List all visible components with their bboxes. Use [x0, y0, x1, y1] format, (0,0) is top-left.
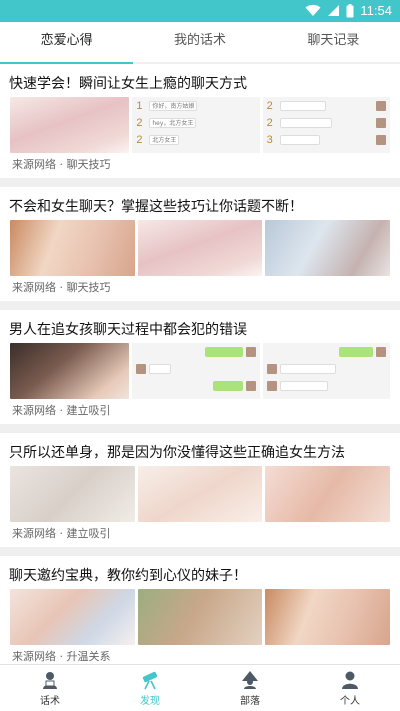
article-title: 聊天邀约宝典，教你约到心仪的妹子！	[9, 568, 247, 584]
telescope-icon	[142, 671, 158, 689]
nav-item-tribe[interactable]: 部落	[200, 665, 300, 711]
top-tabs: 恋爱心得 我的话术 聊天记录	[0, 22, 400, 64]
thumbnail-image	[137, 589, 263, 645]
chat-screenshot-thumbnail	[262, 343, 390, 399]
article-card[interactable]: 聊天邀约宝典，教你约到心仪的妹子！ 来源网络 · 升温关系	[0, 556, 400, 664]
user-icon	[342, 671, 358, 689]
article-source: 来源网络 · 升温关系	[12, 650, 111, 663]
tribe-icon	[242, 670, 258, 689]
nav-label: 部落	[240, 695, 260, 707]
bottom-navigation: 话术 发现 部落 个人	[0, 664, 400, 711]
wifi-icon	[305, 4, 321, 16]
article-card[interactable]: 男人在追女孩聊天过程中都会犯的错误 来源网络 · 建立吸引	[0, 310, 400, 424]
article-thumbnails	[10, 466, 391, 522]
thumbnail-image	[265, 466, 391, 522]
signal-icon	[328, 5, 340, 16]
thumbnail-image	[265, 220, 391, 276]
article-feed: 快速学会！瞬间让女生上瘾的聊天方式 1 你好，南方姑娘 2 hey，北方女王 2 北方…	[0, 64, 400, 664]
article-title: 男人在追女孩聊天过程中都会犯的错误	[9, 322, 247, 338]
nav-label: 话术	[40, 695, 60, 707]
status-indicators: 11:54	[305, 3, 392, 18]
nav-item-discover[interactable]: 发现	[100, 665, 200, 711]
chat-screenshot-thumbnail	[132, 343, 260, 399]
thumbnail-image	[265, 589, 391, 645]
tab-chat-records[interactable]: 聊天记录	[267, 22, 400, 62]
nav-item-profile[interactable]: 个人	[300, 665, 400, 711]
article-source: 来源网络 · 聊天技巧	[12, 158, 111, 171]
article-thumbnails: 1 你好，南方姑娘 2 hey，北方女王 2 北方女王 2 2 3	[10, 97, 390, 153]
chat-screenshot-thumbnail: 1 你好，南方姑娘 2 hey，北方女王 2 北方女王	[132, 97, 260, 153]
article-title: 不会和女生聊天？掌握这些技巧让你话题不断！	[9, 199, 303, 215]
tab-my-scripts[interactable]: 我的话术	[133, 22, 266, 62]
article-source: 来源网络 · 建立吸引	[12, 404, 111, 417]
nav-item-scripts[interactable]: 话术	[0, 665, 100, 711]
nav-label: 发现	[140, 695, 160, 707]
article-card[interactable]: 快速学会！瞬间让女生上瘾的聊天方式 1 你好，南方姑娘 2 hey，北方女王 2 北方…	[0, 64, 400, 178]
thumbnail-image	[10, 97, 130, 153]
status-time: 11:54	[360, 3, 392, 18]
thumbnail-image	[10, 220, 135, 276]
chat-screenshot-thumbnail: 2 2 3	[262, 97, 390, 153]
article-card[interactable]: 只所以还单身，那是因为你没懂得这些正确追女生方法 来源网络 · 建立吸引	[0, 433, 400, 547]
article-thumbnails	[10, 343, 390, 399]
tab-love-tips[interactable]: 恋爱心得	[0, 22, 134, 64]
thumbnail-image	[10, 589, 135, 645]
article-thumbnails	[10, 589, 391, 645]
status-bar: 11:54	[0, 0, 400, 22]
article-source: 来源网络 · 建立吸引	[12, 527, 111, 540]
thumbnail-image	[137, 220, 263, 276]
article-title: 快速学会！瞬间让女生上瘾的聊天方式	[9, 76, 247, 92]
thumbnail-image	[10, 343, 130, 399]
article-source: 来源网络 · 聊天技巧	[12, 281, 111, 294]
person-board-icon	[43, 671, 57, 689]
battery-icon	[346, 3, 354, 17]
article-card[interactable]: 不会和女生聊天？掌握这些技巧让你话题不断！ 来源网络 · 聊天技巧	[0, 187, 400, 301]
thumbnail-image	[137, 466, 263, 522]
article-thumbnails	[10, 220, 391, 276]
article-title: 只所以还单身，那是因为你没懂得这些正确追女生方法	[9, 445, 345, 461]
nav-label: 个人	[340, 695, 360, 707]
thumbnail-image	[10, 466, 135, 522]
